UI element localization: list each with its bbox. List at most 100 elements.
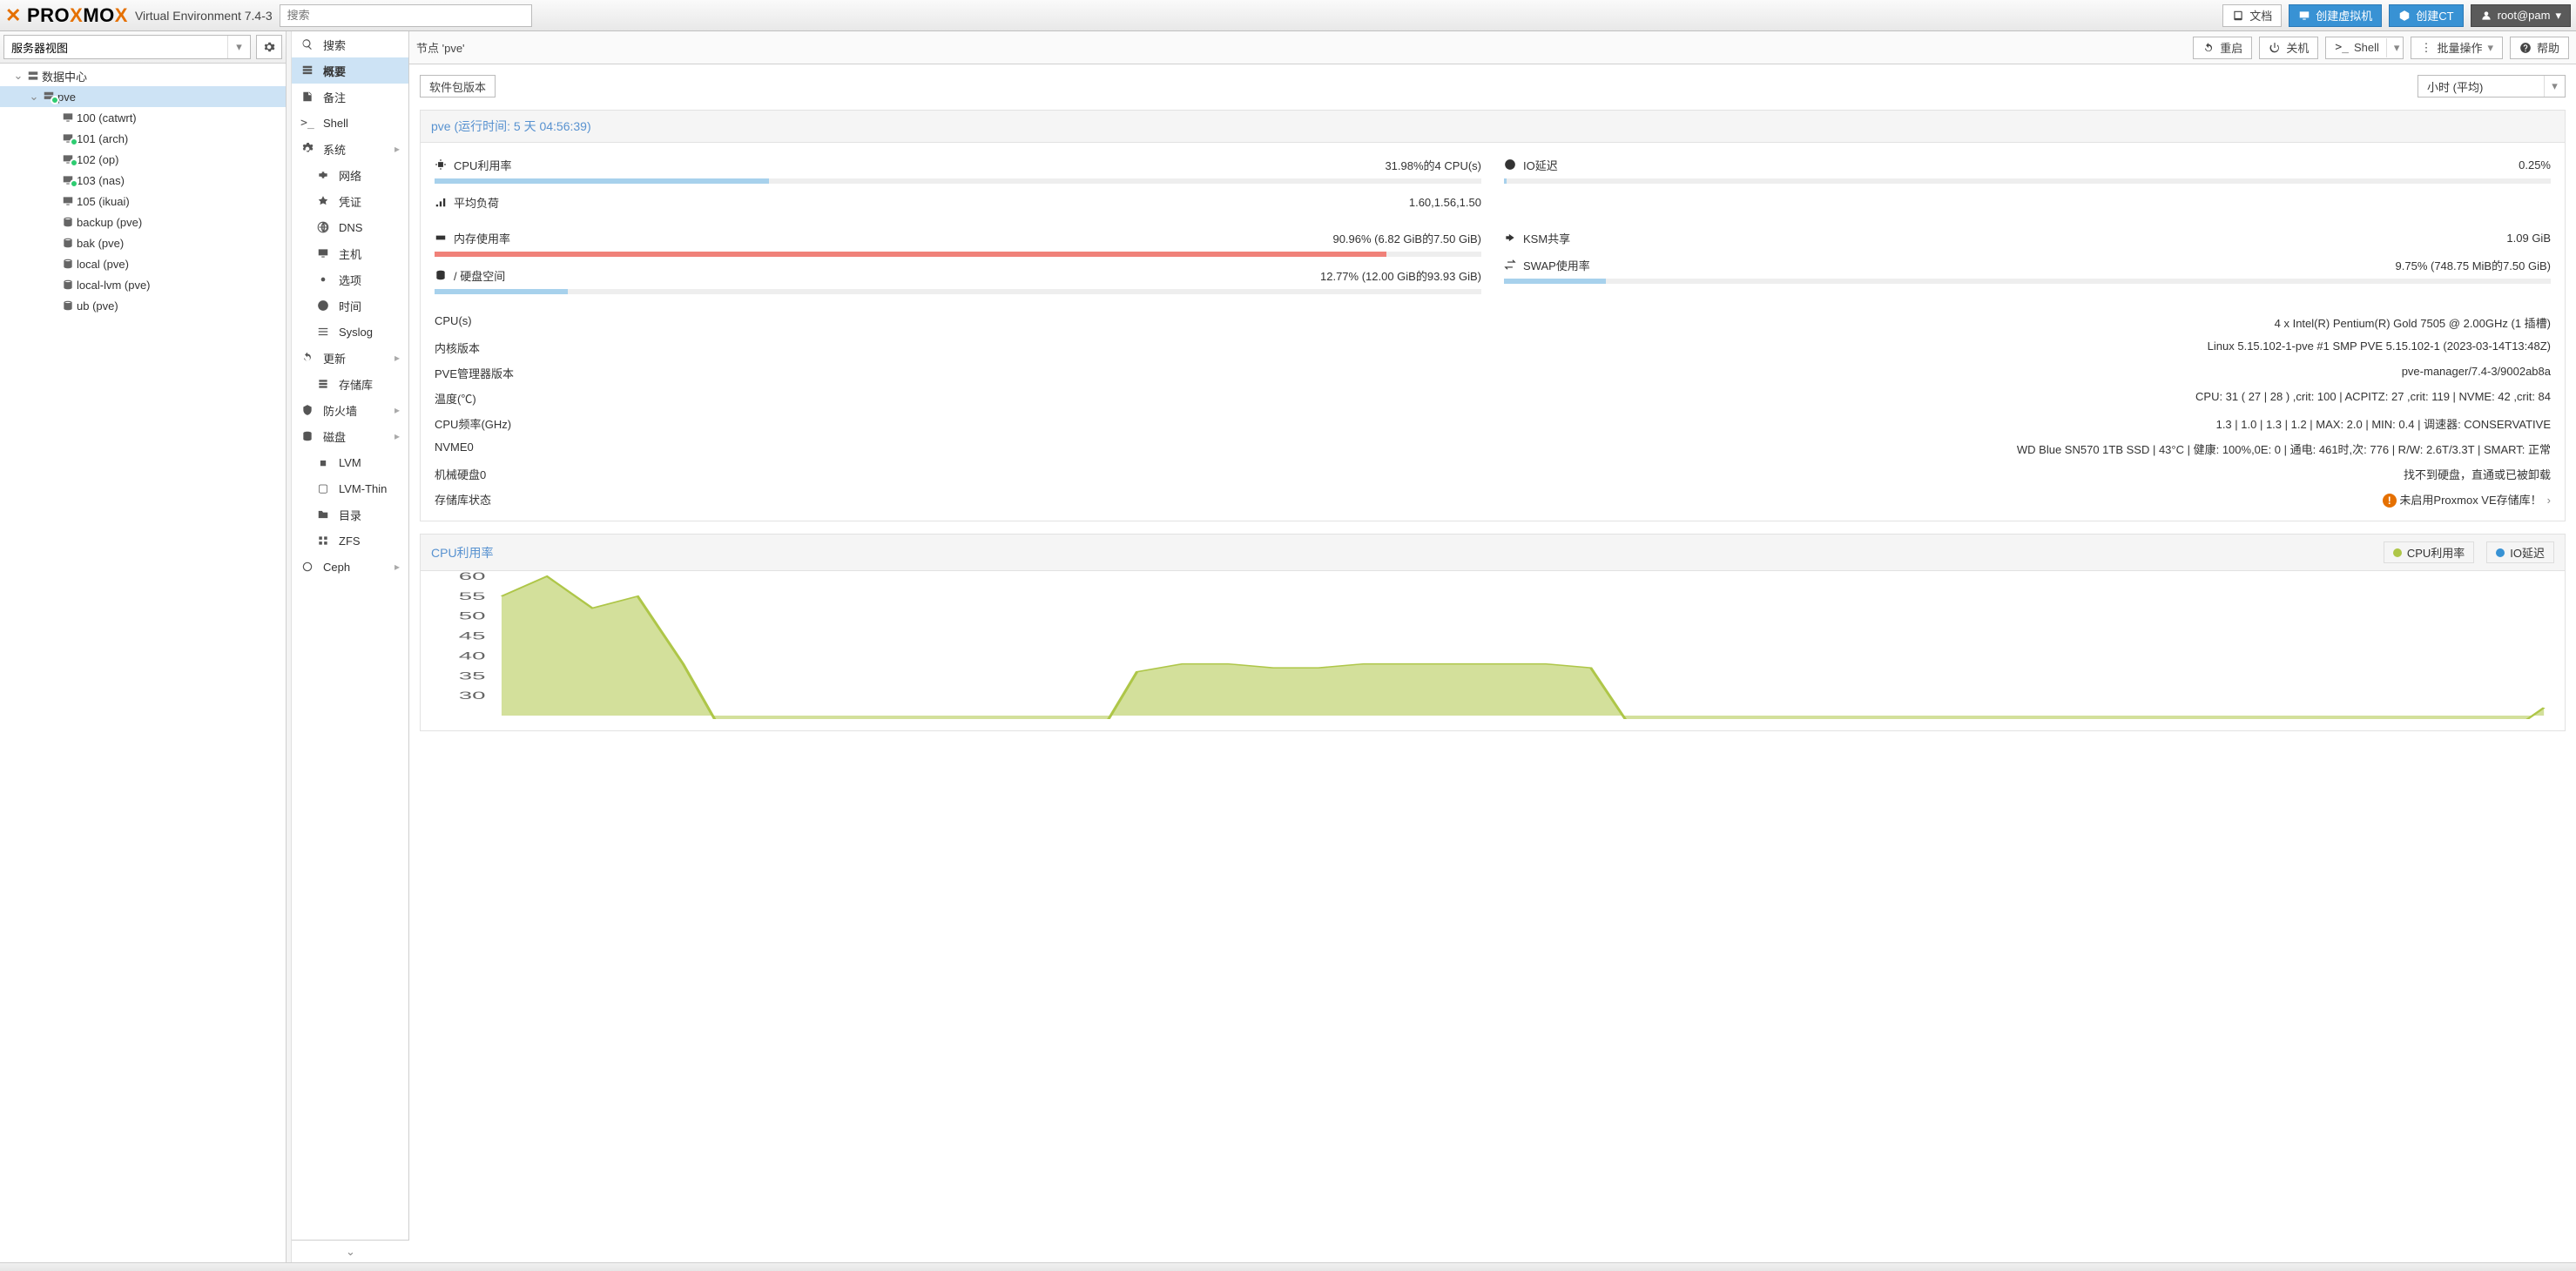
info-hdd: 机械硬盘0找不到硬盘，直通或已被卸载: [435, 461, 2551, 487]
docs-button[interactable]: 文档: [2222, 4, 2282, 27]
tree-vm-103[interactable]: 103 (nas): [0, 170, 286, 191]
nav-updates[interactable]: 更新▸: [292, 345, 408, 371]
tree-storage[interactable]: bak (pve): [0, 232, 286, 253]
reload-icon: [2202, 42, 2215, 54]
nav-repos[interactable]: 存储库: [292, 371, 408, 397]
nav-options[interactable]: 选项: [292, 266, 408, 293]
lvm-icon: ■: [316, 456, 330, 469]
nav-lvm[interactable]: ■LVM: [292, 449, 408, 475]
nav-syslog[interactable]: Syslog: [292, 319, 408, 345]
firewall-icon: [300, 404, 314, 417]
tree-label: 100 (catwrt): [77, 111, 137, 124]
nav-disks[interactable]: 磁盘▸: [292, 423, 408, 449]
pkg-versions-label: 软件包版本: [429, 78, 486, 95]
info-key: CPU频率(GHz): [435, 415, 574, 432]
nav-firewall[interactable]: 防火墙▸: [292, 397, 408, 423]
reboot-button[interactable]: 重启: [2193, 37, 2252, 59]
nav-label: 备注: [323, 89, 346, 105]
stat-value: 90.96% (6.82 GiB的7.50 GiB): [1332, 230, 1481, 246]
nav-summary[interactable]: 概要: [292, 57, 408, 84]
tree-node-pve[interactable]: ⌄pve: [0, 86, 286, 107]
legend-cpu[interactable]: CPU利用率: [2384, 541, 2474, 563]
view-selector-value[interactable]: [3, 35, 251, 59]
chevron-right-icon: ▸: [394, 143, 400, 155]
cpu-chart-panel: CPU利用率 CPU利用率 IO延迟 30354045505560: [420, 534, 2566, 731]
stat-ksm: KSM共享1.09 GiB: [1504, 225, 2551, 252]
stat-mem: 内存使用率90.96% (6.82 GiB的7.50 GiB): [435, 225, 1481, 262]
cube-icon: [2398, 10, 2411, 22]
global-search[interactable]: [280, 4, 532, 27]
search-input[interactable]: [280, 4, 532, 27]
nav-notes[interactable]: 备注: [292, 84, 408, 110]
nav-dir[interactable]: 目录: [292, 501, 408, 528]
chevron-down-icon: ▾: [2555, 9, 2561, 23]
tree-label: backup (pve): [77, 216, 142, 229]
help-button[interactable]: 帮助: [2510, 37, 2569, 59]
create-vm-button[interactable]: 创建虚拟机: [2289, 4, 2382, 27]
collapse-nav-button[interactable]: ⌄: [292, 1240, 409, 1262]
disk-icon: [435, 269, 447, 282]
nav-certs[interactable]: 凭证: [292, 188, 408, 214]
nav-label: Ceph: [323, 561, 350, 574]
database-icon: [59, 216, 77, 228]
info-nvme: NVME0WD Blue SN570 1TB SSD | 43°C | 健康: …: [435, 436, 2551, 461]
info-temp: 温度(℃)CPU: 31 ( 27 | 28 ) ,crit: 100 | AC…: [435, 386, 2551, 411]
chevron-right-icon: ▸: [394, 561, 400, 573]
svg-text:45: 45: [459, 630, 486, 642]
terminal-icon: >_: [2335, 41, 2349, 54]
timerange-select[interactable]: 小时 (平均) ▾: [2418, 75, 2566, 98]
info-repo[interactable]: 存储库状态! 未启用Proxmox VE存储库！›: [435, 487, 2551, 512]
hosts-icon: [316, 247, 330, 260]
tree-vm-101[interactable]: 101 (arch): [0, 128, 286, 149]
cpu-chart: 30354045505560: [429, 571, 2556, 719]
shutdown-label: 关机: [2286, 39, 2309, 56]
chevron-down-icon: ▾: [2394, 41, 2400, 55]
stat-label: CPU利用率: [454, 157, 511, 173]
nav-label: 选项: [339, 272, 361, 288]
shutdown-button[interactable]: 关机: [2259, 37, 2318, 59]
tree-vm-100[interactable]: 100 (catwrt): [0, 107, 286, 128]
view-selector[interactable]: ▾: [3, 35, 251, 59]
nav-label: 目录: [339, 507, 361, 523]
nav-shell[interactable]: >_Shell: [292, 110, 408, 136]
info-key: 温度(℃): [435, 390, 574, 407]
nav-dns[interactable]: DNS: [292, 214, 408, 240]
nav-system[interactable]: 系统▸: [292, 136, 408, 162]
resource-tree: ⌄数据中心⌄pve 100 (catwrt) 101 (arch)102 (op) 1…: [0, 64, 286, 1262]
tree-storage[interactable]: ub (pve): [0, 295, 286, 316]
pkg-versions-button[interactable]: 软件包版本: [420, 75, 496, 98]
create-vm-label: 创建虚拟机: [2316, 7, 2372, 24]
tree-label: 103 (nas): [77, 174, 125, 187]
system-icon: [300, 143, 314, 156]
tree-vm-105[interactable]: 105 (ikuai): [0, 191, 286, 212]
tree-label: 105 (ikuai): [77, 195, 130, 208]
mem-icon: [435, 232, 447, 245]
nav-search[interactable]: 搜索: [292, 31, 408, 57]
user-menu-button[interactable]: root@pam ▾: [2471, 4, 2571, 27]
monitor-icon: [59, 195, 77, 207]
nav-ceph[interactable]: Ceph ▸: [292, 554, 408, 580]
create-ct-button[interactable]: 创建CT: [2389, 4, 2463, 27]
nav-lvmthin[interactable]: ▢LVM-Thin: [292, 475, 408, 501]
stat-value: 0.25%: [2519, 158, 2551, 171]
tree-label: ub (pve): [77, 299, 118, 313]
tree-settings-button[interactable]: [256, 35, 282, 59]
nav-time[interactable]: 时间: [292, 293, 408, 319]
summary-title: pve (运行时间: 5 天 04:56:39): [431, 118, 591, 135]
bulk-actions-button[interactable]: ⋮ 批量操作 ▾: [2411, 37, 2503, 59]
tree-datacenter[interactable]: ⌄数据中心: [0, 65, 286, 86]
tree-storage[interactable]: local-lvm (pve): [0, 274, 286, 295]
tree-storage[interactable]: local (pve): [0, 253, 286, 274]
shell-label: Shell: [2354, 41, 2379, 54]
tree-storage[interactable]: backup (pve): [0, 212, 286, 232]
tree-vm-102[interactable]: 102 (op): [0, 149, 286, 170]
shell-button[interactable]: >_ Shell ▾: [2325, 37, 2404, 59]
nav-network[interactable]: 网络: [292, 162, 408, 188]
legend-io[interactable]: IO延迟: [2486, 541, 2554, 563]
nav-hosts[interactable]: 主机: [292, 240, 408, 266]
info-value: WD Blue SN570 1TB SSD | 43°C | 健康: 100%,…: [2017, 440, 2551, 457]
stat-value: 1.09 GiB: [2506, 232, 2551, 245]
info-cpus: CPU(s)4 x Intel(R) Pentium(R) Gold 7505 …: [435, 310, 2551, 335]
nav-zfs[interactable]: ZFS: [292, 528, 408, 554]
status-bar: [0, 1262, 2576, 1271]
